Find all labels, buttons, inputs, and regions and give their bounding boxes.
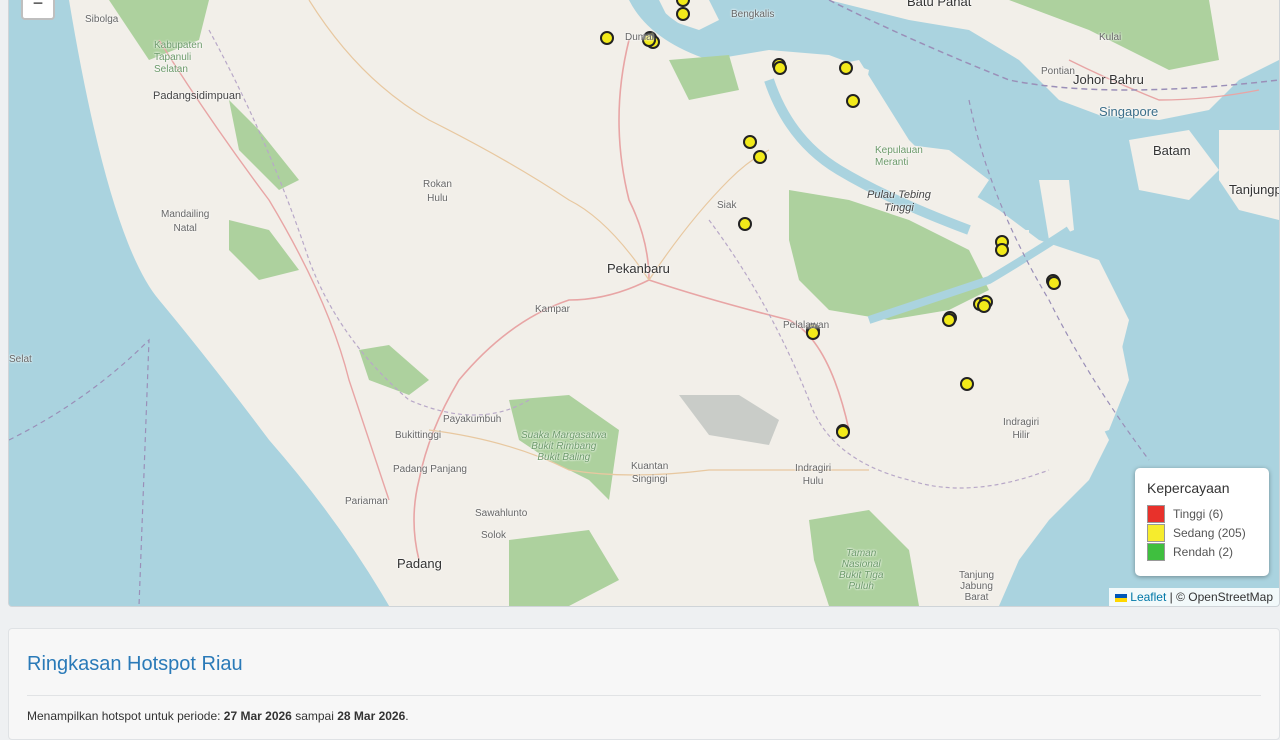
osm-link[interactable]: OpenStreetMap	[1188, 590, 1273, 604]
bintan-island	[1219, 130, 1279, 220]
ukraine-flag-icon	[1115, 593, 1128, 602]
map[interactable]: − Sibolga Kabupaten Tapanuli Selatan Pad…	[8, 0, 1280, 607]
legend-label: Tinggi (6)	[1173, 507, 1224, 521]
place-label: Bengkalis	[731, 9, 775, 20]
legend-label: Sedang (205)	[1173, 526, 1246, 540]
place-label: Solok	[481, 530, 507, 541]
hotspot-marker[interactable]	[743, 135, 757, 149]
hotspot-marker[interactable]	[836, 425, 850, 439]
place-label: Kuantan Singingi	[631, 461, 669, 485]
hotspot-marker[interactable]	[942, 313, 956, 327]
leaflet-link[interactable]: Leaflet	[1130, 590, 1166, 604]
hotspot-marker[interactable]	[846, 94, 860, 108]
place-label: Kampar	[535, 304, 571, 315]
period-suffix: .	[405, 709, 409, 723]
place-label: Payakumbuh	[443, 414, 502, 425]
place-label: Indragiri Hilir	[1003, 417, 1040, 441]
place-label: Kepulauan Meranti	[875, 145, 923, 168]
attribution-separator: | ©	[1166, 590, 1189, 604]
place-label: Pariaman	[345, 496, 388, 507]
place-label: Pekanbaru	[607, 261, 670, 276]
legend-swatch-red	[1147, 505, 1165, 523]
hotspot-marker[interactable]	[753, 150, 767, 164]
map-attribution: Leaflet | © OpenStreetMap	[1109, 588, 1279, 606]
legend-item-tinggi: Tinggi (6)	[1147, 505, 1223, 523]
start-date: 27 Mar 2026	[223, 709, 292, 723]
hotspot-marker[interactable]	[600, 31, 614, 45]
zoom-out-button[interactable]: −	[21, 0, 55, 20]
place-label: Pontian	[1041, 66, 1075, 77]
place-label: Padangsidimpuan	[153, 90, 242, 102]
period-text: Menampilkan hotspot untuk periode: 27 Ma…	[27, 709, 409, 723]
place-label: Tanjung Jabung Barat	[959, 570, 995, 603]
place-label: Batu Pahat	[907, 0, 972, 9]
batam-island	[1129, 130, 1219, 200]
place-label: Sawahlunto	[475, 508, 528, 519]
place-label: Kabupaten Tapanuli Selatan	[154, 40, 203, 75]
place-label: Singapore	[1099, 104, 1159, 119]
hotspot-marker[interactable]	[738, 217, 752, 231]
end-date: 28 Mar 2026	[337, 709, 406, 723]
legend-swatch-yellow	[1147, 524, 1165, 542]
place-label: Pelalawan	[783, 320, 830, 331]
place-label: Batam	[1153, 143, 1191, 158]
place-label: Tanjungpin	[1229, 182, 1279, 197]
place-label: Mandailing Natal	[161, 209, 210, 234]
place-label: Selat	[9, 354, 32, 365]
hotspot-marker[interactable]	[676, 7, 690, 21]
legend-item-sedang: Sedang (205)	[1147, 524, 1246, 542]
place-label: Siak	[717, 200, 737, 211]
place-label: Rokan Hulu	[423, 179, 452, 204]
legend-title: Kepercayaan	[1147, 480, 1230, 496]
hotspot-marker[interactable]	[773, 61, 787, 75]
place-label: Taman Nasional Bukit Tiga Puluh	[839, 548, 884, 592]
place-label: Kulai	[1099, 32, 1122, 43]
legend: Kepercayaan Tinggi (6) Sedang (205) Rend…	[1135, 468, 1269, 576]
legend-label: Rendah (2)	[1173, 545, 1234, 559]
summary-title: Ringkasan Hotspot Riau	[27, 653, 243, 675]
period-prefix: Menampilkan hotspot untuk periode:	[27, 709, 224, 723]
place-label: Bukittinggi	[395, 430, 442, 441]
legend-swatch-green	[1147, 543, 1165, 561]
hotspot-marker[interactable]	[977, 299, 991, 313]
period-connector: sampai	[291, 709, 338, 723]
summary-panel: Ringkasan Hotspot Riau Menampilkan hotsp…	[8, 628, 1280, 740]
hotspot-marker[interactable]	[839, 61, 853, 75]
place-label: Padang	[397, 556, 442, 571]
hotspot-marker[interactable]	[1047, 276, 1061, 290]
hotspot-marker[interactable]	[676, 0, 690, 7]
place-label: Johor Bahru	[1073, 72, 1144, 87]
legend-item-rendah: Rendah (2)	[1147, 543, 1233, 561]
place-label: Suaka Margasatwa Bukit Rimbang Bukit Bal…	[521, 430, 607, 463]
hotspot-marker[interactable]	[995, 243, 1009, 257]
place-label: Pulau Tebing Tinggi	[867, 189, 931, 214]
divider	[27, 695, 1261, 696]
hotspot-marker[interactable]	[960, 377, 974, 391]
place-label: Dumai	[625, 32, 654, 43]
place-label: Padang Panjang	[393, 464, 467, 475]
place-label: Indragiri Hulu	[795, 463, 832, 487]
place-label: Sibolga	[85, 14, 119, 25]
